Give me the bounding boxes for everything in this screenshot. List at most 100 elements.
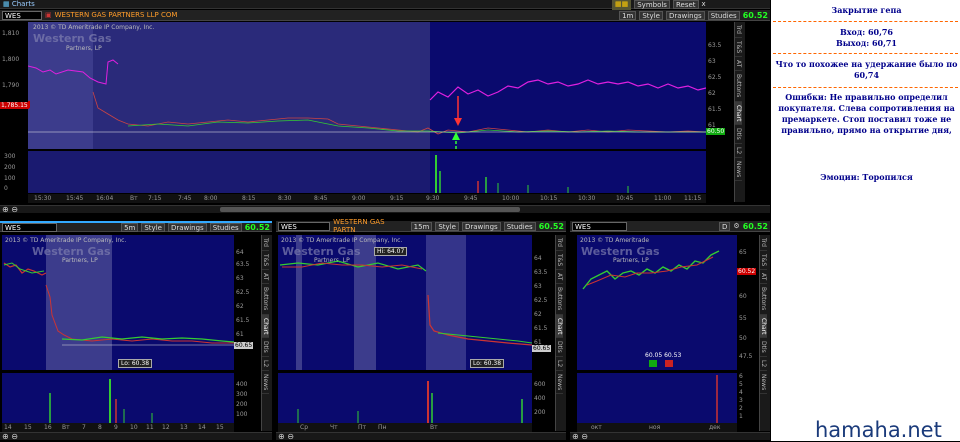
- tab-buttons[interactable]: Buttons: [556, 284, 563, 315]
- tab-ts[interactable]: T&S: [262, 251, 269, 271]
- tab-ts[interactable]: T&S: [556, 251, 563, 271]
- tab-trd[interactable]: Trd: [735, 22, 742, 38]
- tab-ts[interactable]: T&S: [735, 38, 742, 58]
- tab-chart[interactable]: Chart: [556, 314, 563, 339]
- tab-dtls[interactable]: Dtls: [735, 125, 742, 144]
- y-tick: 61.5: [534, 325, 548, 332]
- top-x-axis: 15:30 15:45 16:04 Вт 7:15 7:45 8:00 8:15…: [28, 194, 706, 203]
- tab-trd[interactable]: Trd: [556, 235, 563, 251]
- x-tick: 11: [146, 424, 154, 431]
- x-tick: Пт: [358, 424, 367, 431]
- settings-icon[interactable]: ⚙: [733, 222, 739, 230]
- bm-studies-button[interactable]: Studies: [503, 221, 536, 231]
- bm-drawings-button[interactable]: Drawings: [461, 221, 501, 231]
- y-tick: 62.5: [708, 74, 722, 81]
- tab-news[interactable]: News: [556, 371, 563, 395]
- bm-low-label: Lo: 60.38: [470, 359, 505, 368]
- tab-news[interactable]: News: [735, 158, 742, 182]
- tab-dtls[interactable]: Dtls: [556, 338, 563, 357]
- tab-trd[interactable]: Trd: [262, 235, 269, 251]
- vol-tick: 400: [236, 381, 248, 388]
- tab-at[interactable]: AT: [735, 57, 742, 72]
- top-style-button[interactable]: Style: [639, 10, 663, 20]
- tab-trd[interactable]: Trd: [760, 235, 767, 251]
- tab-at[interactable]: AT: [262, 270, 269, 285]
- y-tick: 1,800: [2, 56, 20, 63]
- br-symbol-input[interactable]: WES: [572, 221, 627, 231]
- bl-style-button[interactable]: Style: [141, 222, 165, 232]
- zoom-in-icon[interactable]: ⊕ ⊖: [2, 205, 18, 214]
- x-tick: 8:00: [204, 195, 218, 202]
- tab-dtls[interactable]: Dtls: [262, 338, 269, 357]
- tab-l2[interactable]: L2: [760, 357, 767, 372]
- x-tick: 11:15: [684, 195, 702, 202]
- scroll-thumb[interactable]: [220, 207, 520, 212]
- x-tick: 16: [44, 424, 52, 431]
- x-tick: 15:45: [66, 195, 84, 202]
- br-period-button[interactable]: D: [719, 221, 731, 231]
- x-tick: 14: [4, 424, 12, 431]
- top-last-price: 60.52: [742, 10, 768, 20]
- top-symbol-input[interactable]: WES: [2, 10, 42, 20]
- top-right-axis: 63.5 63 62.5 62 61.5 61 60.50: [706, 22, 732, 149]
- tab-chart[interactable]: Chart: [735, 101, 742, 126]
- bm-style-button[interactable]: Style: [435, 221, 459, 231]
- x-tick: 10:30: [578, 195, 596, 202]
- x-tick: Вт: [130, 195, 138, 202]
- tab-buttons[interactable]: Buttons: [262, 284, 269, 315]
- tab-l2[interactable]: L2: [556, 357, 563, 372]
- bl-scrollbar[interactable]: ⊕ ⊖: [0, 432, 272, 441]
- bl-price-panel[interactable]: 2013 © TD Ameritrade IP Company, Inc. We…: [2, 235, 234, 370]
- notes-emotions: Эмоции: Торопился: [773, 172, 960, 183]
- y-tick: 63.5: [708, 42, 722, 49]
- tab-ts[interactable]: T&S: [760, 251, 767, 271]
- tab-dtls[interactable]: Dtls: [760, 338, 767, 357]
- bm-period-button[interactable]: 15m: [410, 221, 433, 231]
- bm-symbol-input[interactable]: WES: [278, 221, 331, 231]
- zoom-in-icon[interactable]: ⊕ ⊖: [278, 432, 294, 441]
- bm-volume-svg: [297, 381, 523, 423]
- zoom-in-icon[interactable]: ⊕ ⊖: [2, 432, 18, 441]
- bm-x-axis: Ср Чт Пт Пн Вт: [278, 423, 532, 432]
- tab-chart[interactable]: Chart: [262, 314, 269, 339]
- vol-tick: 600: [534, 381, 546, 388]
- y-tick: 61.5: [708, 106, 722, 113]
- y-tick: 61.5: [236, 317, 250, 324]
- symbols-button[interactable]: Symbols: [634, 0, 670, 9]
- top-scrollbar[interactable]: ⊕ ⊖: [0, 205, 770, 214]
- bl-period-button[interactable]: 5m: [121, 222, 139, 232]
- top-drawings-button[interactable]: Drawings: [665, 10, 705, 20]
- tab-l2[interactable]: L2: [735, 144, 742, 159]
- grid-layout-icon[interactable]: ▦▦: [612, 0, 632, 10]
- bl-studies-button[interactable]: Studies: [209, 222, 242, 232]
- tab-news[interactable]: News: [760, 371, 767, 395]
- zoom-in-icon[interactable]: ⊕ ⊖: [572, 432, 588, 441]
- notes-title: Закрытие гепа: [773, 5, 960, 16]
- reset-button[interactable]: Reset: [672, 0, 699, 9]
- bl-low-label: Lo: 60.38: [118, 359, 153, 368]
- bm-scrollbar[interactable]: ⊕ ⊖: [276, 432, 566, 441]
- tab-at[interactable]: AT: [556, 270, 563, 285]
- tab-chart[interactable]: Chart: [760, 314, 767, 339]
- top-description: WESTERN GAS PARTNERS LLP COM: [54, 11, 178, 19]
- br-scrollbar[interactable]: ⊕ ⊖: [570, 432, 770, 441]
- y-tick: 62.5: [534, 297, 548, 304]
- bm-right-axis: 64 63.5 63 62.5 62 61.5 61 60.65: [532, 235, 554, 370]
- bm-price-panel[interactable]: 2013 © TD Ameritrade IP Company, Inc. We…: [278, 235, 532, 370]
- br-price-panel[interactable]: 2013 © TD Ameritrade Western Gas Partner…: [577, 235, 737, 370]
- tab-at[interactable]: AT: [760, 270, 767, 285]
- bl-symbol-input[interactable]: WES: [2, 222, 57, 232]
- bm-volume-panel: [278, 373, 532, 423]
- top-price-panel[interactable]: Western Gas 2013 © TD Ameritrade IP Comp…: [28, 22, 706, 149]
- tab-buttons[interactable]: Buttons: [735, 71, 742, 102]
- tab-news[interactable]: News: [262, 371, 269, 395]
- bl-drawings-button[interactable]: Drawings: [167, 222, 207, 232]
- window-close-icon[interactable]: x: [702, 0, 706, 10]
- tab-buttons[interactable]: Buttons: [760, 284, 767, 315]
- link-icon[interactable]: ▣: [45, 11, 52, 19]
- vol-tick: 100: [4, 175, 16, 182]
- bm-volume-axis: 600 400 200: [532, 373, 554, 423]
- top-studies-button[interactable]: Studies: [707, 10, 740, 20]
- tab-l2[interactable]: L2: [262, 357, 269, 372]
- top-period-button[interactable]: 1m: [619, 10, 637, 20]
